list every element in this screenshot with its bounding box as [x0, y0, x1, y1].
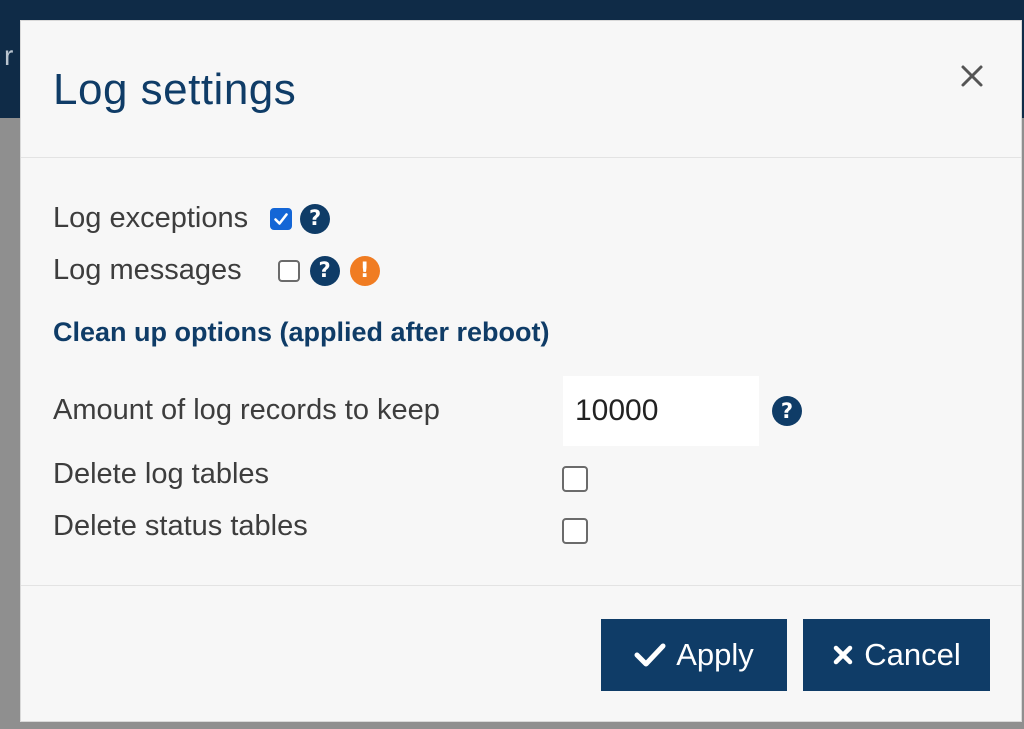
log-messages-label: Log messages [53, 254, 242, 286]
close-button[interactable] [957, 61, 987, 91]
question-circle-icon[interactable]: ? [309, 255, 340, 286]
delete-status-tables-row: Delete status tables [53, 510, 308, 543]
log-exceptions-label: Log exceptions [53, 202, 249, 234]
footer-divider [21, 585, 1021, 586]
apply-button[interactable]: Apply [601, 619, 787, 691]
records-input[interactable] [563, 376, 759, 446]
delete-log-tables-checkbox[interactable] [562, 466, 588, 492]
question-circle-icon[interactable]: ? [300, 203, 331, 234]
close-icon [834, 645, 853, 665]
delete-status-tables-checkbox[interactable] [562, 518, 588, 544]
log-exceptions-checkbox[interactable] [270, 207, 293, 230]
records-row: Amount of log records to keep [53, 394, 440, 427]
apply-label: Apply [676, 637, 754, 672]
cancel-button[interactable]: Cancel [803, 619, 990, 691]
records-label: Amount of log records to keep [53, 394, 440, 426]
check-icon [274, 212, 288, 225]
exclamation-circle-icon[interactable]: ! [349, 255, 380, 286]
delete-log-tables-row: Delete log tables [53, 458, 269, 491]
option-row-log-messages: Log messages ? ! [53, 254, 380, 287]
background-text: r [4, 40, 14, 71]
log-settings-dialog: Log settings Log exceptions ? Log messag… [20, 20, 1022, 722]
log-messages-checkbox[interactable] [277, 259, 300, 282]
option-row-log-exceptions: Log exceptions ? [53, 202, 331, 235]
question-circle-icon[interactable]: ? [772, 396, 802, 426]
cancel-label: Cancel [864, 637, 961, 672]
delete-log-tables-label: Delete log tables [53, 458, 270, 490]
delete-status-tables-label: Delete status tables [53, 510, 308, 542]
dialog-title: Log settings [53, 65, 297, 114]
close-icon [961, 65, 983, 87]
dialog-header: Log settings [21, 21, 1021, 158]
cleanup-section-title: Clean up options (applied after reboot) [53, 317, 550, 347]
check-icon [634, 643, 666, 667]
